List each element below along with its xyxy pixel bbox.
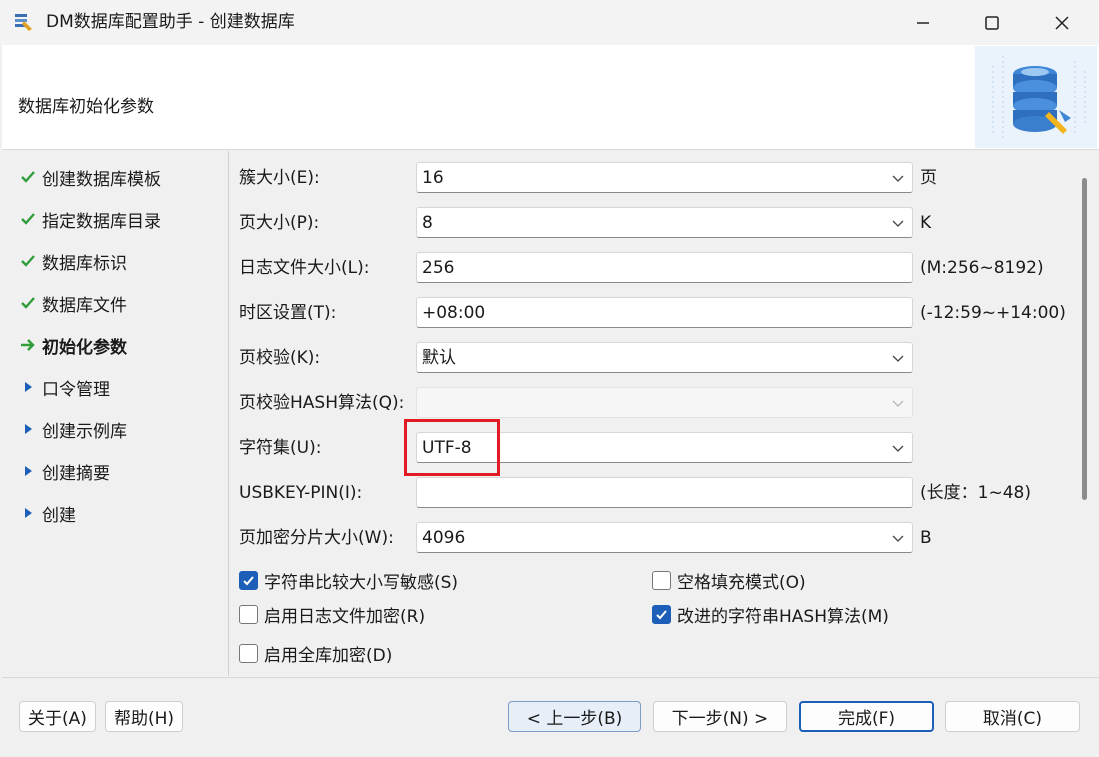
checkmark-icon	[20, 253, 42, 269]
footer-divider	[2, 677, 1099, 678]
step-summary: 创建摘要	[20, 456, 110, 486]
page-size-value: 8	[422, 213, 433, 233]
page-check-hash-label: 页校验HASH算法(Q):	[239, 393, 405, 413]
time-zone-label: 时区设置(T):	[239, 303, 337, 323]
triangle-right-icon	[20, 505, 42, 521]
encrypt-slice-label: 页加密分片大小(W):	[239, 528, 394, 548]
improved-hash-label: 改进的字符串HASH算法(M)	[677, 607, 889, 627]
log-encrypt-checkbox[interactable]: 启用日志文件加密(R)	[239, 602, 425, 627]
step-password: 口令管理	[20, 372, 110, 402]
full-encrypt-label: 启用全库加密(D)	[264, 646, 393, 666]
database-config-icon	[975, 46, 1097, 148]
step-label: 数据库标识	[42, 253, 127, 274]
log-encrypt-label: 启用日志文件加密(R)	[264, 607, 426, 627]
time-zone-value: +08:00	[422, 303, 486, 323]
step-label: 创建	[42, 505, 76, 526]
encrypt-slice-select[interactable]: 4096	[416, 522, 913, 553]
case-sensitive-label: 字符串比较大小写敏感(S)	[264, 573, 459, 593]
header-divider	[2, 149, 1099, 150]
page-check-label: 页校验(K):	[239, 348, 321, 368]
case-sensitive-checkbox[interactable]: 字符串比较大小写敏感(S)	[239, 568, 458, 593]
page-check-value: 默认	[422, 348, 456, 368]
charset-label: 字符集(U):	[239, 438, 322, 458]
minimize-icon	[917, 21, 929, 24]
step-db-files: 数据库文件	[20, 288, 127, 318]
header-banner	[2, 45, 1099, 149]
cancel-button[interactable]: 取消(C)	[945, 701, 1080, 732]
page-title: 数据库初始化参数	[18, 97, 154, 117]
step-db-identity: 数据库标识	[20, 246, 127, 276]
page-size-label: 页大小(P):	[239, 213, 320, 233]
chevron-down-icon	[892, 220, 904, 227]
maximize-button[interactable]	[962, 0, 1022, 45]
help-button[interactable]: 帮助(H)	[105, 701, 183, 732]
usbkey-pin-range: (长度：1~48)	[920, 483, 1031, 503]
extent-size-label: 簇大小(E):	[239, 168, 320, 188]
triangle-right-icon	[20, 463, 42, 479]
step-create: 创建	[20, 498, 76, 528]
chevron-down-icon	[892, 445, 904, 452]
triangle-right-icon	[20, 379, 42, 395]
chevron-down-icon	[892, 400, 904, 407]
step-label: 创建示例库	[42, 421, 127, 442]
step-sample-db: 创建示例库	[20, 414, 127, 444]
blank-pad-label: 空格填充模式(O)	[677, 573, 806, 593]
full-encrypt-checkbox[interactable]: 启用全库加密(D)	[239, 641, 392, 666]
step-db-directory: 指定数据库目录	[20, 204, 161, 234]
step-label: 创建数据库模板	[42, 169, 161, 190]
about-button[interactable]: 关于(A)	[19, 701, 96, 732]
checkbox-checked-icon	[652, 605, 671, 624]
checkmark-icon	[20, 169, 42, 185]
extent-size-select[interactable]: 16	[416, 162, 913, 193]
chevron-down-icon	[892, 175, 904, 182]
extent-size-value: 16	[422, 168, 444, 188]
checkbox-unchecked-icon	[239, 605, 258, 624]
app-icon	[15, 14, 32, 31]
blank-pad-checkbox[interactable]: 空格填充模式(O)	[652, 568, 806, 593]
checkbox-checked-icon	[239, 571, 258, 590]
chevron-down-icon	[892, 535, 904, 542]
improved-hash-checkbox[interactable]: 改进的字符串HASH算法(M)	[652, 602, 889, 627]
checkmark-icon	[20, 295, 42, 311]
scrollbar-thumb[interactable]	[1082, 178, 1087, 500]
step-init-params: 初始化参数	[20, 330, 127, 360]
step-create-template: 创建数据库模板	[20, 162, 161, 192]
close-icon	[1055, 15, 1069, 30]
step-label: 创建摘要	[42, 463, 110, 484]
maximize-icon	[985, 15, 999, 30]
wizard-steps-sidebar: 创建数据库模板 指定数据库目录 数据库标识 数据库文件 初始化参数 口令管理 创…	[2, 151, 228, 676]
time-zone-input[interactable]: +08:00	[416, 297, 913, 328]
usbkey-pin-input[interactable]	[416, 477, 913, 508]
checkbox-unchecked-icon	[652, 571, 671, 590]
log-size-label: 日志文件大小(L):	[239, 258, 370, 278]
usbkey-pin-label: USBKEY-PIN(I):	[239, 483, 363, 503]
close-button[interactable]	[1032, 0, 1092, 45]
log-size-range: (M:256~8192)	[920, 258, 1044, 278]
encrypt-slice-value: 4096	[422, 528, 466, 548]
checkmark-icon	[20, 211, 42, 227]
checkbox-unchecked-icon	[239, 644, 258, 663]
step-label: 初始化参数	[42, 337, 127, 358]
prev-button[interactable]: < 上一步(B)	[508, 701, 641, 732]
page-check-select[interactable]: 默认	[416, 342, 913, 373]
page-size-unit: K	[920, 213, 932, 233]
time-zone-range: (-12:59~+14:00)	[920, 303, 1066, 323]
charset-highlight-box	[404, 419, 500, 476]
page-check-hash-select[interactable]	[416, 387, 913, 418]
finish-button[interactable]: 完成(F)	[799, 701, 934, 732]
triangle-right-icon	[20, 421, 42, 437]
step-label: 数据库文件	[42, 295, 127, 316]
log-size-input[interactable]: 256	[416, 252, 913, 283]
next-button[interactable]: 下一步(N) >	[653, 701, 787, 732]
chevron-down-icon	[892, 355, 904, 362]
log-size-value: 256	[422, 258, 455, 278]
page-size-select[interactable]: 8	[416, 207, 913, 238]
extent-size-unit: 页	[920, 168, 937, 188]
step-label: 口令管理	[42, 379, 110, 400]
window-title: DM数据库配置助手 - 创建数据库	[46, 12, 295, 32]
arrow-right-icon	[20, 337, 42, 353]
encrypt-slice-unit: B	[920, 528, 932, 548]
step-label: 指定数据库目录	[42, 211, 161, 232]
minimize-button[interactable]	[893, 0, 953, 45]
